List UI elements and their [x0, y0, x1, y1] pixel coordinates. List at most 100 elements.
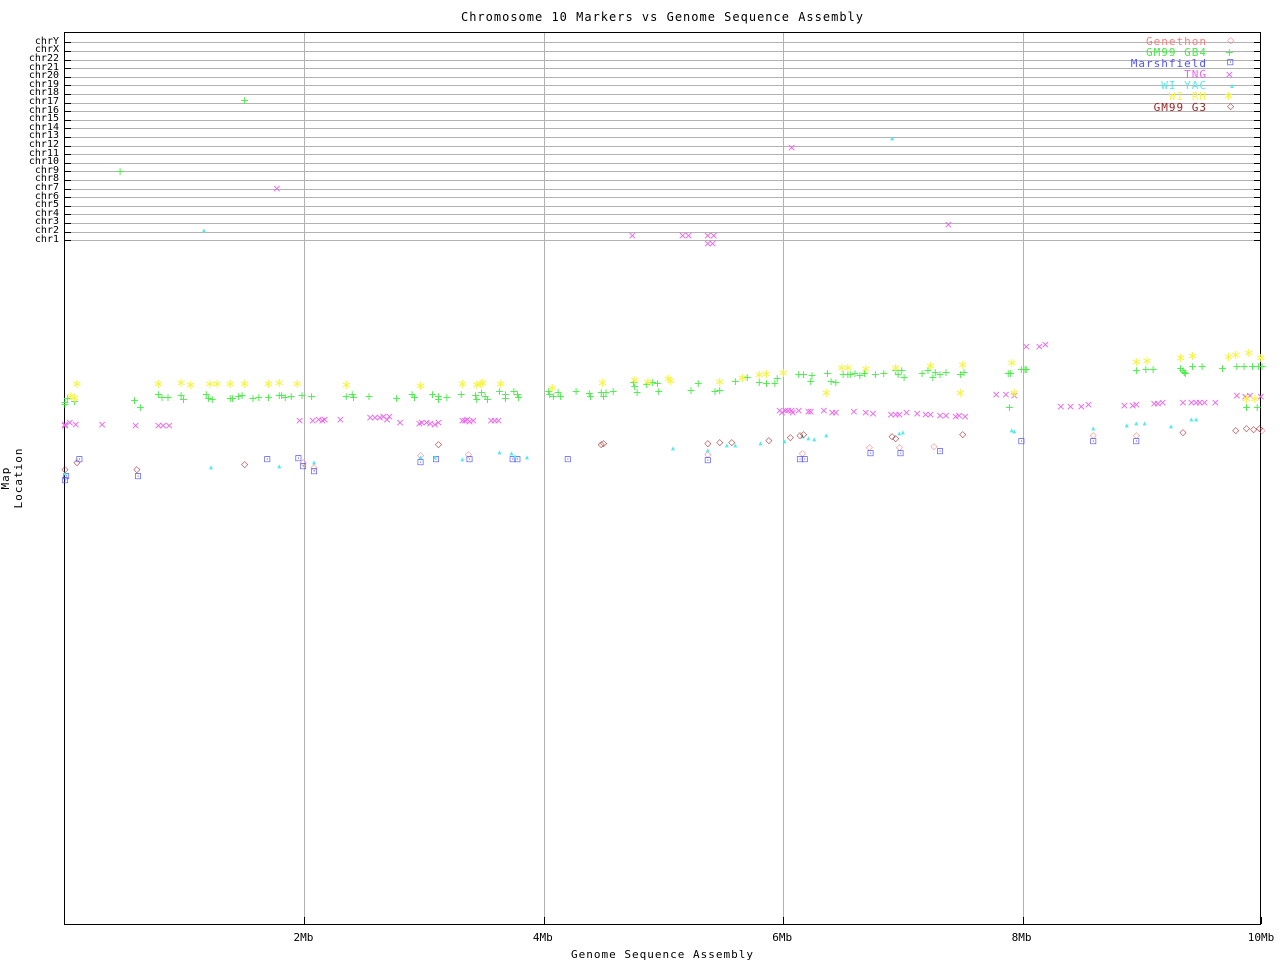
marker-point-tng: × [925, 408, 936, 422]
axis-tick [543, 917, 545, 924]
y-axis-label: Map Location [0, 447, 25, 509]
marker-point-gm99_g3: ◇ [716, 438, 724, 449]
x-gridline [543, 33, 545, 924]
marker-point-gm99_gb4: + [632, 386, 642, 400]
marker-point-tng: × [1065, 400, 1076, 414]
axis-tick [783, 917, 785, 924]
marker-point-wi_rh: ∗ [477, 375, 489, 391]
marker-point-gm99_g3: ◇ [1232, 426, 1240, 437]
marker-point-gm99_gb4: + [608, 385, 618, 399]
legend-marker-wi_rh: ∗ [1223, 89, 1234, 104]
axis-tick [65, 171, 71, 173]
marker-point-tng: × [384, 410, 394, 424]
axis-tick [1254, 188, 1260, 190]
marker-point-wi_yac: ▴ [497, 447, 502, 457]
axis-tick [65, 188, 71, 190]
axis-tick [65, 119, 71, 121]
marker-point-marshfield: ⊡ [1132, 437, 1141, 448]
chromosome-gridline [65, 171, 1260, 173]
marker-point-tng: × [97, 418, 107, 432]
marker-point-gm99_gb4: + [941, 366, 951, 380]
marker-point-gm99_gb4: + [254, 391, 264, 405]
marker-point-gm99_gb4: + [693, 377, 703, 391]
marker-point-gm99_gb4: + [654, 385, 664, 399]
marker-point-tng: × [627, 229, 637, 243]
axis-tick [1022, 917, 1024, 924]
marker-point-tng: × [868, 407, 878, 421]
axis-tick [65, 214, 71, 216]
axis-tick [65, 136, 71, 138]
marker-point-marshfield: ⊡ [800, 455, 809, 466]
marker-point-wi_rh: ∗ [152, 376, 164, 392]
marker-point-gm99_g3: ◇ [61, 465, 69, 476]
marker-point-gm99_gb4: + [364, 390, 374, 404]
x-tick-label: 6Mb [772, 931, 793, 944]
marker-point-wi_rh: ∗ [665, 373, 677, 389]
axis-tick [1254, 128, 1260, 130]
marker-point-tng: × [991, 388, 1001, 402]
marker-point-gm99_gb4: + [1004, 401, 1015, 415]
marker-point-tng: × [1040, 338, 1050, 352]
marker-point-wi_rh: ∗ [1175, 350, 1187, 366]
marker-point-tng: × [1083, 398, 1094, 412]
axis-tick [1254, 240, 1260, 242]
marker-point-wi_rh: ∗ [340, 377, 352, 393]
marker-point-wi_yac: ▴ [1134, 418, 1139, 428]
axis-tick [65, 128, 71, 130]
marker-point-gm99_g3: ◇ [728, 438, 736, 449]
marker-point-wi_rh: ∗ [1006, 355, 1018, 371]
marker-point-wi_yac: ▴ [782, 436, 787, 446]
marker-point-wi_rh: ∗ [456, 376, 468, 392]
marker-point-wi_rh: ∗ [714, 374, 726, 390]
marker-point-wi_rh: ∗ [69, 390, 81, 406]
legend-marker-gm99_g3: ◇ [1227, 102, 1234, 112]
marker-point-gm99_gb4: + [482, 393, 493, 407]
marker-point-gm99_g3: ◇ [73, 458, 81, 469]
marker-point-wi_rh: ∗ [211, 376, 223, 392]
marker-point-tng: × [1131, 398, 1141, 412]
chromosome-gridline [65, 231, 1260, 233]
marker-point-wi_rh: ∗ [954, 385, 966, 401]
axis-tick [1254, 205, 1260, 207]
axis-tick [1254, 214, 1260, 216]
plot-area: ◇ ◇ ◇ ◇ ◇ ◇ ◇ ◇ ◇ ◇ ◇ ◇ + + + + + + + + + + + + + + + + + + + + + + + + + + + +… [60, 32, 1267, 925]
marker-point-wi_yac: ▴ [311, 457, 316, 467]
legend-item: TNG × [0, 69, 1280, 80]
axis-tick [1254, 145, 1260, 147]
x-tick-label: 2Mb [293, 931, 314, 944]
axis-tick [304, 917, 306, 924]
legend-item: Genethon ◇ [0, 36, 1280, 47]
chromosome-gridline [65, 128, 1260, 130]
marker-point-wi_rh: ∗ [1130, 354, 1142, 370]
marker-point-gm99_g3: ◇ [786, 433, 794, 444]
marker-point-gm99_g3: ◇ [1256, 424, 1264, 435]
marker-point-wi_rh: ∗ [842, 360, 854, 376]
chromosome-gridline [65, 205, 1260, 207]
marker-point-tng: × [1158, 396, 1168, 410]
axis-tick [1254, 136, 1260, 138]
marker-point-wi_rh: ∗ [642, 374, 654, 390]
axis-tick [1254, 222, 1260, 224]
marker-point-wi_rh: ∗ [1141, 353, 1153, 369]
chromosome-gridline [65, 145, 1260, 147]
marker-point-tng: × [960, 410, 970, 424]
marker-point-wi_yac: ▴ [812, 434, 817, 444]
marker-point-wi_rh: ∗ [737, 370, 748, 386]
axis-tick [65, 179, 71, 181]
x-tick-label: 10Mb [1247, 931, 1275, 944]
marker-point-gm99_g3: ◇ [800, 430, 808, 441]
legend-marker-tng: × [1224, 68, 1234, 81]
marker-point-wi_yac: ▴ [1142, 418, 1147, 428]
marker-point-gm99_gb4: + [286, 390, 296, 404]
marker-point-wi_yac: ▴ [513, 451, 518, 461]
marker-point-wi_rh: ∗ [1230, 347, 1242, 363]
marker-point-wi_yac: ▴ [890, 133, 895, 143]
marker-point-marshfield: ⊡ [1017, 437, 1026, 448]
chromosome-gridline [65, 197, 1260, 199]
marker-point-tng: × [395, 416, 405, 430]
marker-point-gm99_gb4: + [585, 390, 596, 404]
chromosome-gridline [65, 240, 1260, 242]
marker-point-wi_rh: ∗ [185, 377, 197, 393]
marker-point-wi_rh: ∗ [890, 360, 902, 376]
marker-point-wi_rh: ∗ [273, 375, 285, 391]
